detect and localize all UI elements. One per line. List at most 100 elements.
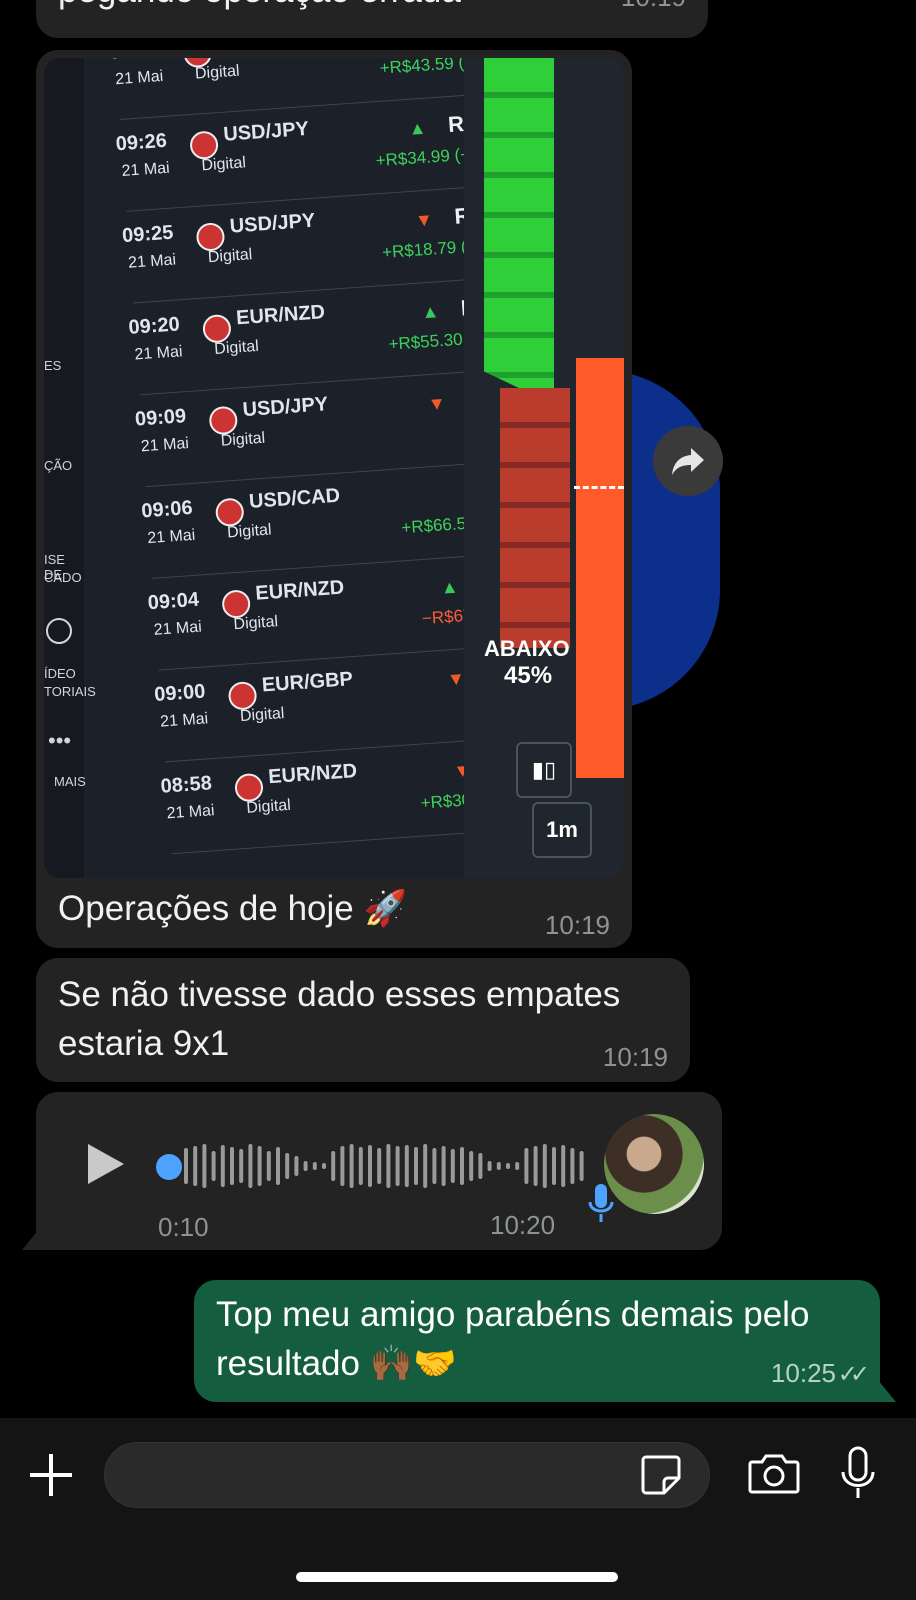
orange-candle [576, 358, 624, 778]
waveform-bar [322, 1163, 326, 1169]
direction-up-icon: ▲ [420, 301, 440, 323]
waveform-bar [570, 1148, 575, 1184]
trade-pair: EUR/GBP [261, 668, 354, 697]
home-indicator [296, 1572, 618, 1582]
price-line [574, 486, 624, 489]
waveform-bar [414, 1147, 418, 1185]
waveform[interactable] [184, 1138, 596, 1194]
trade-kind: Digital [239, 705, 285, 726]
waveform-bar [515, 1162, 520, 1170]
trade-pair: USD/JPY [241, 393, 329, 422]
plus-icon[interactable] [26, 1450, 76, 1500]
timeframe-button[interactable]: 1m [532, 802, 592, 858]
voice-message-bubble[interactable]: 0:10 10:20 [36, 1092, 722, 1250]
trade-pair: USD/JPY [229, 209, 316, 238]
waveform-bar [496, 1162, 501, 1170]
trade-pair: USD/JPY [222, 117, 310, 146]
waveform-bar [248, 1144, 253, 1188]
trade-pair: EUR/NZD [235, 301, 326, 330]
more-icon: ••• [48, 728, 72, 753]
playback-dot[interactable] [156, 1154, 182, 1180]
waveform-bar [441, 1146, 446, 1186]
trade-kind: Digital [220, 429, 266, 450]
waveform-bar [432, 1148, 437, 1184]
direction-down-icon: ▼ [446, 668, 466, 690]
trade-date: 21 Mai [153, 618, 203, 639]
waveform-bar [524, 1148, 529, 1184]
waveform-bar [266, 1151, 271, 1181]
message-time: 10:20 [490, 1210, 556, 1240]
bubble-tail [878, 1380, 896, 1402]
voice-duration: 0:10 [158, 1212, 209, 1242]
waveform-bar [377, 1148, 382, 1184]
trade-kind: Digital [226, 521, 273, 542]
waveform-bar [533, 1146, 538, 1186]
image-message-bubble[interactable]: ES ÇÃO ISE DE CADO ÍDEO TORIAIS ••• MAIS… [36, 50, 632, 948]
avatar [604, 1114, 704, 1214]
read-ticks-icon: ✓✓ [837, 1361, 870, 1388]
microphone-icon [588, 1184, 614, 1222]
waveform-bar [542, 1144, 547, 1188]
trade-kind: Digital [207, 246, 253, 267]
trade-date: 21 Mai [127, 251, 177, 272]
waveform-bar [312, 1162, 317, 1170]
trade-time: 09:29 [109, 58, 162, 65]
green-candles [484, 58, 554, 388]
microphone-icon[interactable] [840, 1446, 876, 1502]
red-candles [500, 388, 570, 648]
waveform-bar [450, 1149, 455, 1183]
waveform-bar [285, 1153, 290, 1179]
trade-date: 21 Mai [146, 526, 196, 548]
trade-pair: USD/CAD [248, 484, 341, 513]
trade-time: 09:25 [121, 221, 175, 248]
trade-pair: EUR/NZD [267, 760, 358, 789]
message-input[interactable] [104, 1442, 710, 1508]
trade-kind: Digital [213, 337, 260, 358]
message-bubble-incoming[interactable]: Se não tivesse dado esses empates estari… [36, 958, 690, 1082]
play-icon[interactable] [86, 1142, 126, 1186]
trade-time: 09:26 [115, 129, 168, 156]
waveform-bar [211, 1151, 216, 1181]
camera-icon[interactable] [748, 1452, 800, 1494]
trade-time: 08:58 [159, 772, 213, 798]
sidebar-label: MAIS [54, 774, 86, 789]
waveform-bar [349, 1144, 354, 1188]
message-bubble-incoming[interactable]: pegando operação errada 10:19 [36, 0, 708, 38]
trade-date: 21 Mai [140, 435, 190, 456]
photo-sidebar: ES ÇÃO ISE DE CADO ÍDEO TORIAIS ••• MAIS [44, 58, 96, 878]
waveform-bar [202, 1144, 207, 1188]
waveform-bar [506, 1163, 510, 1169]
waveform-bar [404, 1145, 409, 1187]
trade-time: 09:09 [134, 405, 187, 431]
waveform-bar [478, 1153, 483, 1179]
chart-label: ABAIXO [484, 636, 570, 661]
trade-time: 09:04 [147, 588, 200, 615]
waveform-bar [257, 1146, 262, 1186]
trade-kind: Digital [245, 796, 292, 817]
direction-up-icon: ▲ [407, 117, 428, 139]
waveform-bar [331, 1151, 336, 1181]
sticker-icon[interactable] [640, 1454, 682, 1496]
message-text: pegando operação errada [58, 0, 461, 15]
forward-button[interactable] [653, 426, 723, 496]
trade-kind: Digital [233, 613, 279, 634]
waveform-bar [184, 1148, 188, 1184]
direction-up-icon: ▲ [439, 576, 460, 598]
waveform-bar [561, 1145, 566, 1187]
message-bubble-outgoing[interactable]: Top meu amigo parabéns demais pelo resul… [194, 1280, 880, 1402]
trade-kind: Digital [194, 62, 241, 83]
sidebar-label: TORIAIS [44, 684, 96, 699]
waveform-bar [579, 1151, 584, 1181]
waveform-bar [386, 1144, 391, 1188]
trade-date: 21 Mai [121, 159, 171, 180]
waveform-bar [552, 1147, 556, 1185]
message-time: 10:25 [770, 1358, 836, 1388]
trade-date: 21 Mai [114, 67, 164, 89]
waveform-bar [460, 1147, 464, 1185]
trade-history-photo[interactable]: ES ÇÃO ISE DE CADO ÍDEO TORIAIS ••• MAIS… [44, 58, 624, 878]
waveform-bar [294, 1156, 299, 1176]
video-icon [46, 618, 72, 644]
trade-date: 21 Mai [133, 343, 184, 364]
candle-type-button[interactable]: ▮▯ [516, 742, 572, 798]
message-time: 10:19 [621, 0, 686, 13]
